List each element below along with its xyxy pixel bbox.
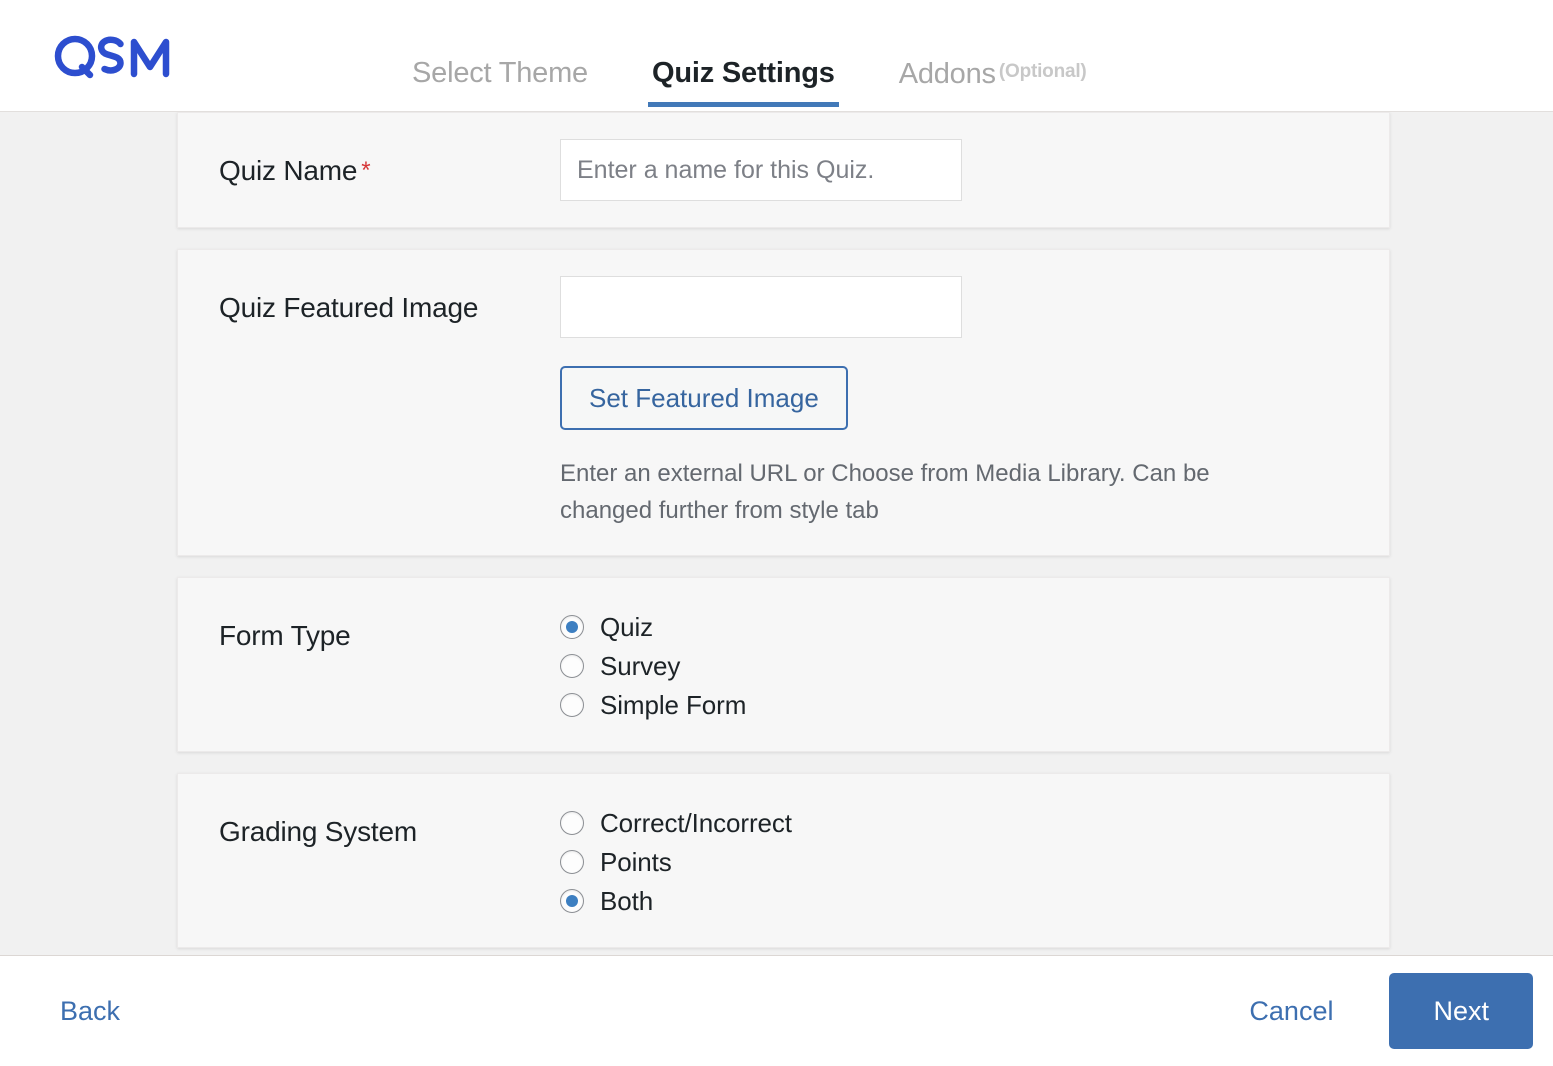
quiz-wizard-window: Select Theme Quiz Settings Addons (Option… <box>0 0 1553 1066</box>
grading-option-correct-incorrect[interactable]: Correct/Incorrect <box>560 804 1359 842</box>
footer-actions: Cancel Next <box>1245 973 1533 1049</box>
quiz-name-control <box>560 139 1389 201</box>
tab-select-theme[interactable]: Select Theme <box>380 0 620 112</box>
quiz-featured-image-label: Quiz Featured Image <box>219 292 479 323</box>
back-button[interactable]: Back <box>56 989 124 1033</box>
grading-option-points-label: Points <box>600 847 672 877</box>
grading-system-card: Grading System Correct/Incorrect Points … <box>177 773 1390 948</box>
form-type-option-quiz-label: Quiz <box>600 612 654 642</box>
radio-icon[interactable] <box>560 889 584 913</box>
quiz-name-label-text: Quiz Name <box>219 155 358 186</box>
wizard-footer: Back Cancel Next <box>0 955 1553 1066</box>
form-type-option-simple-form-label: Simple Form <box>600 690 747 720</box>
quiz-name-label: Quiz Name * <box>178 139 560 189</box>
grading-system-label: Grading System <box>219 816 417 847</box>
quiz-featured-image-card: Quiz Featured Image Set Featured Image E… <box>177 249 1390 556</box>
cancel-button[interactable]: Cancel <box>1245 989 1337 1033</box>
form-type-option-survey[interactable]: Survey <box>560 647 1359 685</box>
wizard-tabs: Select Theme Quiz Settings Addons (Option… <box>380 0 1119 112</box>
quiz-name-card: Quiz Name * <box>177 112 1390 228</box>
grading-option-both-label: Both <box>600 886 654 916</box>
grading-option-correct-incorrect-label: Correct/Incorrect <box>600 808 792 838</box>
required-asterisk: * <box>361 157 371 184</box>
set-featured-image-button[interactable]: Set Featured Image <box>560 366 848 430</box>
grading-system-radio-group: Correct/Incorrect Points Both <box>560 800 1389 921</box>
tab-addons[interactable]: Addons (Optional) <box>867 0 1119 112</box>
form-type-option-simple-form[interactable]: Simple Form <box>560 686 1359 724</box>
featured-image-url-input[interactable] <box>560 276 962 338</box>
tab-quiz-settings-label: Quiz Settings <box>652 56 835 89</box>
settings-scroll-area[interactable]: Quiz Name* Quiz Featured Image Set Featu… <box>0 112 1553 955</box>
featured-image-helper-text: Enter an external URL or Choose from Med… <box>560 460 1210 524</box>
tab-addons-label: Addons <box>898 57 996 90</box>
app-header: Select Theme Quiz Settings Addons (Option… <box>0 0 1553 112</box>
tab-quiz-settings[interactable]: Quiz Settings <box>620 0 867 112</box>
radio-icon[interactable] <box>560 693 584 717</box>
quiz-name-input[interactable] <box>560 139 962 201</box>
qsm-logo <box>54 35 170 79</box>
radio-icon[interactable] <box>560 850 584 874</box>
quiz-featured-image-control: Set Featured Image Enter an external URL… <box>560 276 1389 529</box>
tab-select-theme-label: Select Theme <box>412 56 588 89</box>
radio-icon[interactable] <box>560 811 584 835</box>
form-type-radio-group: Quiz Survey Simple Form <box>560 604 1389 725</box>
form-type-option-survey-label: Survey <box>600 651 681 681</box>
form-type-label: Form Type <box>219 620 351 651</box>
radio-icon[interactable] <box>560 654 584 678</box>
form-type-option-quiz[interactable]: Quiz <box>560 608 1359 646</box>
grading-option-points[interactable]: Points <box>560 843 1359 881</box>
tab-addons-optional-note: (Optional) <box>998 60 1087 82</box>
radio-icon[interactable] <box>560 615 584 639</box>
next-button[interactable]: Next <box>1389 973 1533 1049</box>
grading-option-both[interactable]: Both <box>560 882 1359 920</box>
form-type-card: Form Type Quiz Survey Simple Form <box>177 577 1390 752</box>
